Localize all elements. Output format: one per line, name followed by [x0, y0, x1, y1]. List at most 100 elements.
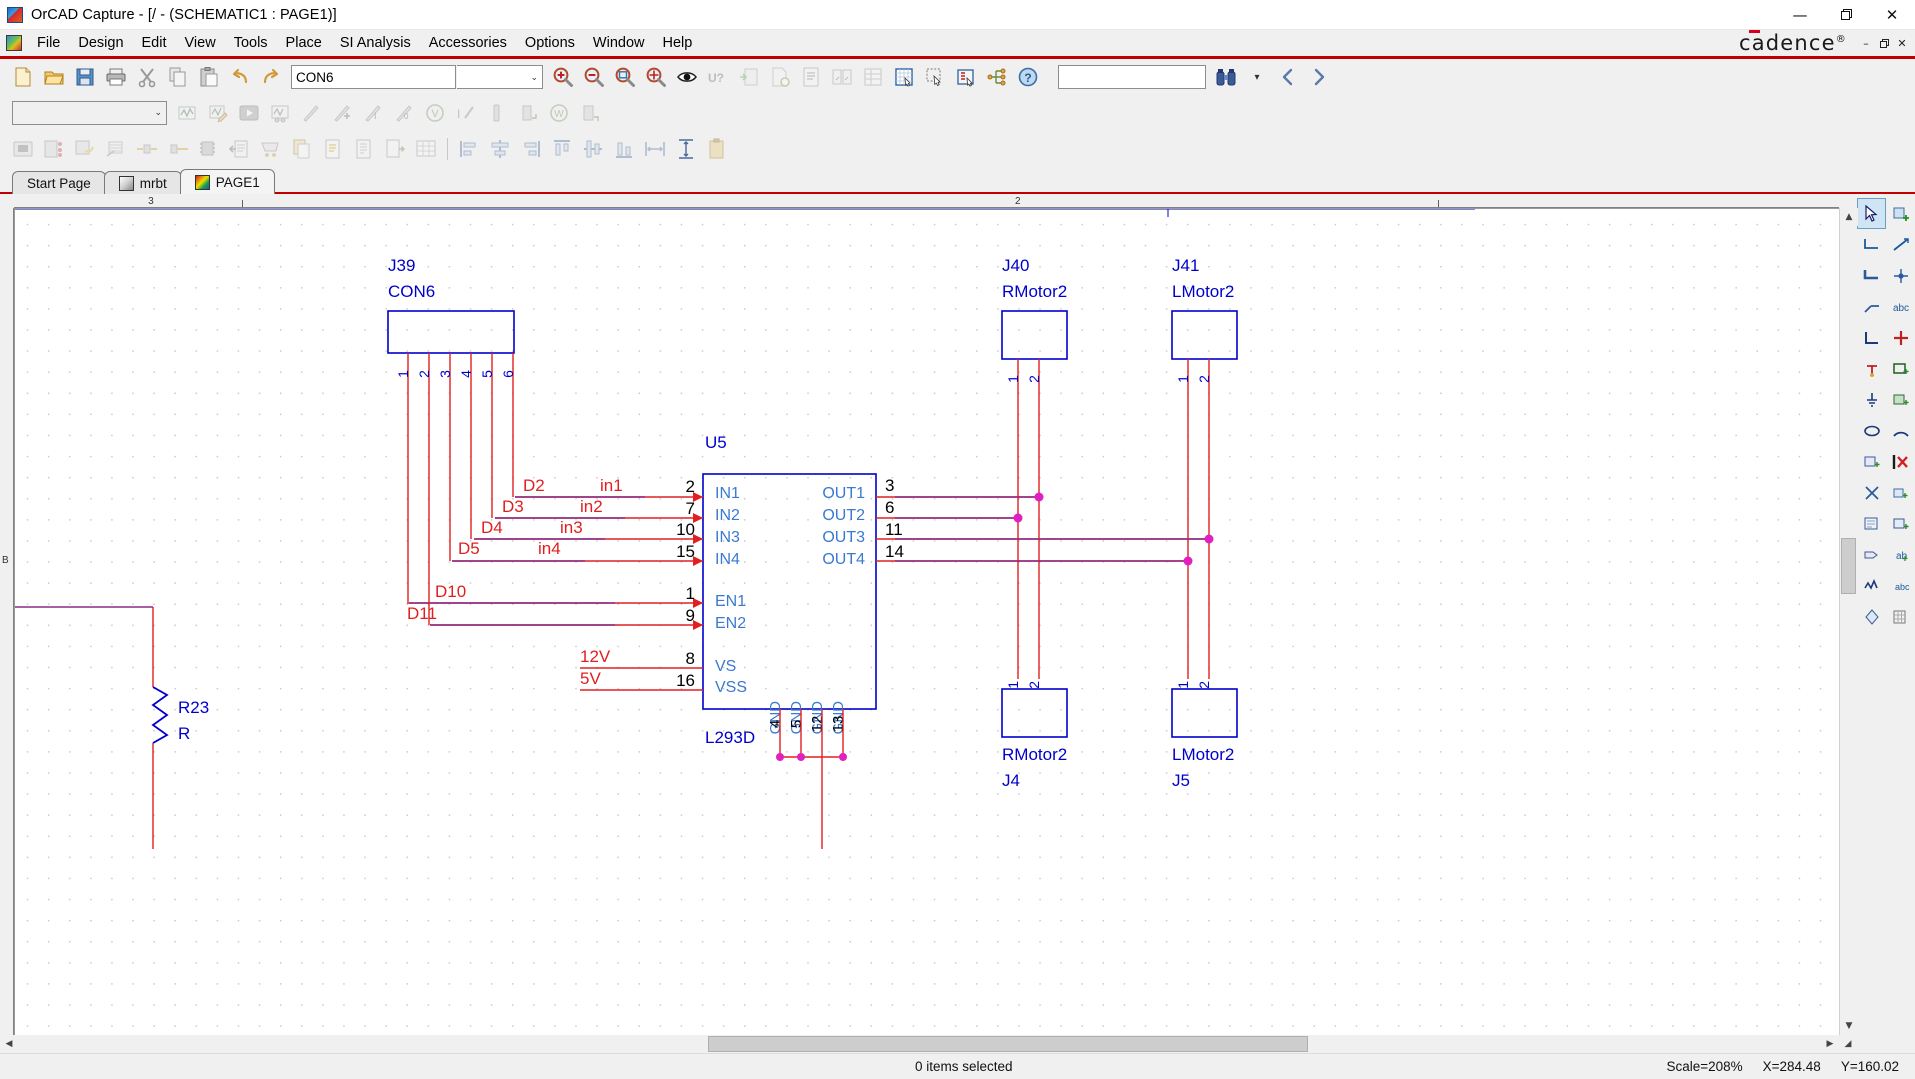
- snap-to-grid-button[interactable]: [889, 62, 919, 92]
- new-button[interactable]: [8, 62, 38, 92]
- mdi-close-button[interactable]: ✕: [1893, 35, 1911, 52]
- area-select-button[interactable]: [920, 62, 950, 92]
- create-netlist-button[interactable]: [796, 62, 826, 92]
- align-left-button[interactable]: [454, 134, 484, 164]
- visibility-button[interactable]: [672, 62, 702, 92]
- voltage-marker-button[interactable]: [296, 98, 326, 128]
- annotate-button[interactable]: U?: [703, 62, 733, 92]
- voltage-level-marker-button[interactable]: V: [420, 98, 450, 128]
- place-grid-button[interactable]: [1886, 601, 1915, 632]
- zoom-in-button[interactable]: [548, 62, 578, 92]
- select-tool-button[interactable]: [1857, 198, 1886, 229]
- pcb-route-out-button[interactable]: [163, 134, 193, 164]
- pspice-new-simulation-button[interactable]: [172, 98, 202, 128]
- place-alias-button[interactable]: ab: [1886, 539, 1915, 570]
- import-button[interactable]: [225, 134, 255, 164]
- menu-item-edit[interactable]: Edit: [133, 32, 176, 54]
- scroll-down-button[interactable]: ▼: [1840, 1017, 1858, 1035]
- zoom-out-button[interactable]: [579, 62, 609, 92]
- resize-grip[interactable]: ◢: [1839, 1035, 1857, 1053]
- pcb-package-button[interactable]: [194, 134, 224, 164]
- pspice-profile-combo[interactable]: ⌄: [12, 100, 167, 125]
- place-net-alias-button[interactable]: [1886, 229, 1915, 260]
- place-rectangle-button[interactable]: [1886, 353, 1915, 384]
- place-port-button[interactable]: [1857, 446, 1886, 477]
- align-bottom-button[interactable]: [609, 134, 639, 164]
- place-part-button[interactable]: [1886, 198, 1915, 229]
- design-rules-check-button[interactable]: [765, 62, 795, 92]
- place-hierarchical-block-button[interactable]: [1857, 508, 1886, 539]
- part-name-combo[interactable]: CON6: [291, 65, 456, 89]
- current-into-pin-marker-button[interactable]: [482, 98, 512, 128]
- pcb-footprint-button[interactable]: [39, 134, 69, 164]
- menu-item-file[interactable]: File: [28, 32, 69, 54]
- place-polyline-button[interactable]: [1886, 384, 1915, 415]
- place-cross-button[interactable]: [1886, 322, 1915, 353]
- pcb-layer-button[interactable]: [101, 134, 131, 164]
- view-report-button[interactable]: [349, 134, 379, 164]
- next-button[interactable]: [1304, 62, 1334, 92]
- place-arc-button[interactable]: [1886, 415, 1915, 446]
- horizontal-scrollbar[interactable]: ◀ ▶ ◢: [0, 1035, 1857, 1053]
- backannotate-button[interactable]: [734, 62, 764, 92]
- zoom-area-button[interactable]: [610, 62, 640, 92]
- vertical-scroll-thumb[interactable]: [1841, 538, 1856, 594]
- distribute-vertically-button[interactable]: [671, 134, 701, 164]
- window-maximize-button[interactable]: [1823, 0, 1869, 30]
- export-button[interactable]: [256, 134, 286, 164]
- menu-item-tools[interactable]: Tools: [225, 32, 277, 54]
- align-top-button[interactable]: [547, 134, 577, 164]
- undo-button[interactable]: [225, 62, 255, 92]
- hierarchy-button[interactable]: [982, 62, 1012, 92]
- tab-page1[interactable]: PAGE1: [179, 169, 275, 194]
- pcb-route-in-button[interactable]: [132, 134, 162, 164]
- place-bus-button[interactable]: [1857, 260, 1886, 291]
- menu-item-design[interactable]: Design: [69, 32, 132, 54]
- window-minimize-button[interactable]: —: [1777, 0, 1823, 30]
- edit-properties-button[interactable]: [318, 134, 348, 164]
- open-button[interactable]: [39, 62, 69, 92]
- place-text-button[interactable]: abc: [1886, 291, 1915, 322]
- pcb-editor-button[interactable]: [8, 134, 38, 164]
- pspice-run-button[interactable]: [234, 98, 264, 128]
- cut-button[interactable]: [132, 62, 162, 92]
- place-off-page-connector-button[interactable]: [1857, 539, 1886, 570]
- scroll-left-button[interactable]: ◀: [0, 1035, 18, 1053]
- menu-item-place[interactable]: Place: [277, 32, 331, 54]
- horizontal-scroll-track[interactable]: [18, 1035, 1821, 1053]
- redo-button[interactable]: [256, 62, 286, 92]
- pcb-constraint-button[interactable]: [70, 134, 100, 164]
- power-dissipation-marker-button[interactable]: [513, 98, 543, 128]
- current-marker-button[interactable]: [327, 98, 357, 128]
- prev-button[interactable]: [1273, 62, 1303, 92]
- menu-item-window[interactable]: Window: [584, 32, 654, 54]
- clipboard-button[interactable]: [702, 134, 732, 164]
- tab-start-page[interactable]: Start Page: [12, 171, 106, 194]
- place-wire-button[interactable]: [1857, 229, 1886, 260]
- mdi-restore-button[interactable]: [1875, 35, 1893, 52]
- place-line-button[interactable]: [1857, 322, 1886, 353]
- menu-item-help[interactable]: Help: [653, 32, 701, 54]
- bill-of-materials-button[interactable]: [858, 62, 888, 92]
- find-input[interactable]: [1058, 65, 1206, 89]
- align-middle-button[interactable]: [578, 134, 608, 164]
- place-picture-button[interactable]: abc: [1886, 570, 1915, 601]
- zoom-selection-button[interactable]: [1857, 570, 1886, 601]
- schematic-canvas[interactable]: J39 CON6 1 2 3 4 5 6 J40 RMotor2 1 2 J41…: [14, 208, 1839, 1035]
- place-ground-button[interactable]: [1857, 384, 1886, 415]
- place-ellipse-button[interactable]: [1857, 415, 1886, 446]
- align-right-button[interactable]: [516, 134, 546, 164]
- menu-item-options[interactable]: Options: [516, 32, 584, 54]
- window-close-button[interactable]: ✕: [1869, 0, 1915, 30]
- help-button[interactable]: ?: [1013, 62, 1043, 92]
- place-bus-entry-button[interactable]: [1857, 291, 1886, 322]
- copy-design-button[interactable]: [287, 134, 317, 164]
- place-power-button[interactable]: [1857, 353, 1886, 384]
- place-pin-button[interactable]: [1886, 477, 1915, 508]
- find-dropdown-button[interactable]: ▾: [1242, 62, 1272, 92]
- place-elec-rule-button[interactable]: [1857, 601, 1886, 632]
- mdi-minimize-button[interactable]: –: [1857, 35, 1875, 52]
- place-hierarchical-pin-button[interactable]: [1886, 508, 1915, 539]
- print-button[interactable]: [101, 62, 131, 92]
- find-button[interactable]: [1211, 62, 1241, 92]
